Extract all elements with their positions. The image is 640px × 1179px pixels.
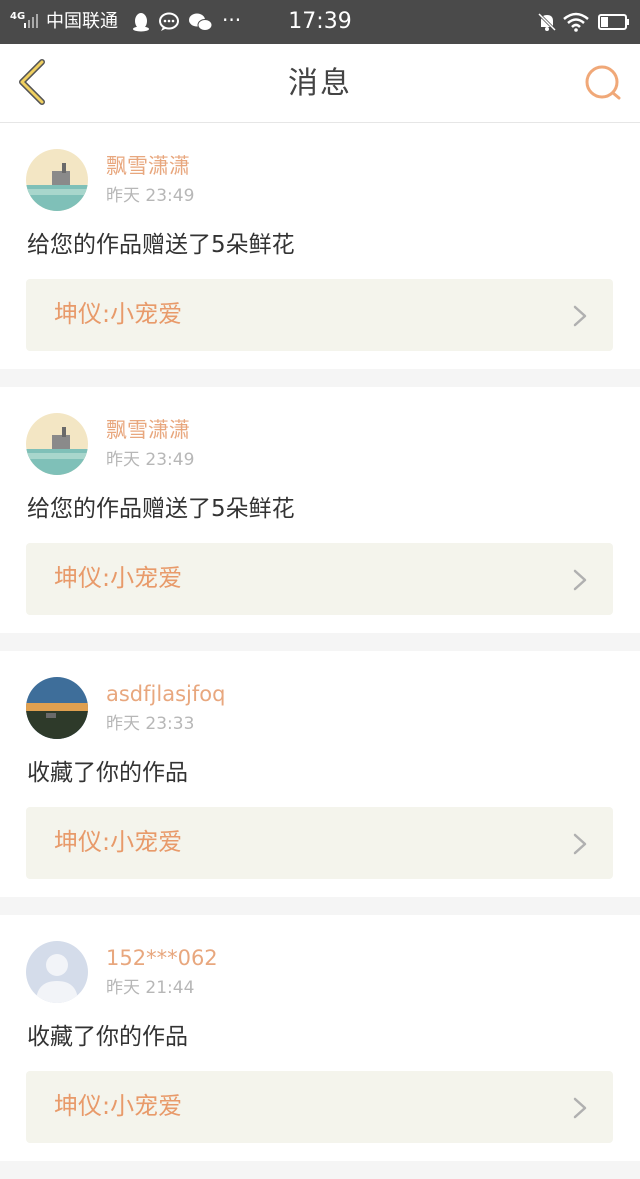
work-title: 坤仪:小宠爱 xyxy=(54,1092,183,1120)
search-button[interactable] xyxy=(582,64,626,104)
avatar-image xyxy=(26,413,88,475)
username[interactable]: asdfjlasjfoq xyxy=(106,681,225,707)
mute-bell-icon xyxy=(537,12,557,32)
message-card: 152***062 昨天 21:44 收藏了你的作品 坤仪:小宠爱 xyxy=(0,915,640,1161)
timestamp: 昨天 23:33 xyxy=(106,714,195,734)
work-link[interactable]: 坤仪:小宠爱 xyxy=(26,807,613,879)
avatar[interactable] xyxy=(26,941,88,1003)
battery-icon xyxy=(598,14,629,30)
chevron-right-icon xyxy=(573,569,587,591)
status-bar: 4G 中国联通 ··· 17:39 xyxy=(0,0,640,44)
avatar[interactable] xyxy=(26,677,88,739)
message-list: 飘雪潇潇 昨天 23:49 给您的作品赠送了5朵鲜花 坤仪:小宠爱 飘雪潇潇 昨… xyxy=(0,123,640,1179)
message-card: 飘雪潇潇 昨天 23:49 给您的作品赠送了5朵鲜花 坤仪:小宠爱 xyxy=(0,387,640,633)
username[interactable]: 飘雪潇潇 xyxy=(106,417,190,443)
message-text: 收藏了你的作品 xyxy=(27,1024,188,1050)
avatar-image xyxy=(26,677,88,739)
message-text: 收藏了你的作品 xyxy=(27,760,188,786)
search-icon xyxy=(585,65,621,100)
wifi-icon xyxy=(563,12,589,32)
work-title: 坤仪:小宠爱 xyxy=(54,828,183,856)
message-text: 给您的作品赠送了5朵鲜花 xyxy=(27,232,295,258)
timestamp: 昨天 23:49 xyxy=(106,450,195,470)
message-text: 给您的作品赠送了5朵鲜花 xyxy=(27,496,295,522)
work-link[interactable]: 坤仪:小宠爱 xyxy=(26,279,613,351)
username[interactable]: 飘雪潇潇 xyxy=(106,153,190,179)
work-title: 坤仪:小宠爱 xyxy=(54,564,183,592)
header-bar: 消息 xyxy=(0,44,640,123)
chevron-right-icon xyxy=(573,833,587,855)
work-title: 坤仪:小宠爱 xyxy=(54,300,183,328)
avatar-image xyxy=(26,149,88,211)
timestamp: 昨天 21:44 xyxy=(106,978,195,998)
message-card: asdfjlasjfoq 昨天 23:33 收藏了你的作品 坤仪:小宠爱 xyxy=(0,651,640,897)
work-link[interactable]: 坤仪:小宠爱 xyxy=(26,1071,613,1143)
page-title: 消息 xyxy=(288,66,352,101)
chevron-right-icon xyxy=(573,1097,587,1119)
avatar[interactable] xyxy=(26,413,88,475)
timestamp: 昨天 23:49 xyxy=(106,186,195,206)
username[interactable]: 152***062 xyxy=(106,945,218,971)
message-card: 飘雪潇潇 昨天 23:49 给您的作品赠送了5朵鲜花 坤仪:小宠爱 xyxy=(0,123,640,369)
default-avatar-icon xyxy=(26,941,88,1003)
chevron-right-icon xyxy=(573,305,587,327)
work-link[interactable]: 坤仪:小宠爱 xyxy=(26,543,613,615)
avatar[interactable] xyxy=(26,149,88,211)
